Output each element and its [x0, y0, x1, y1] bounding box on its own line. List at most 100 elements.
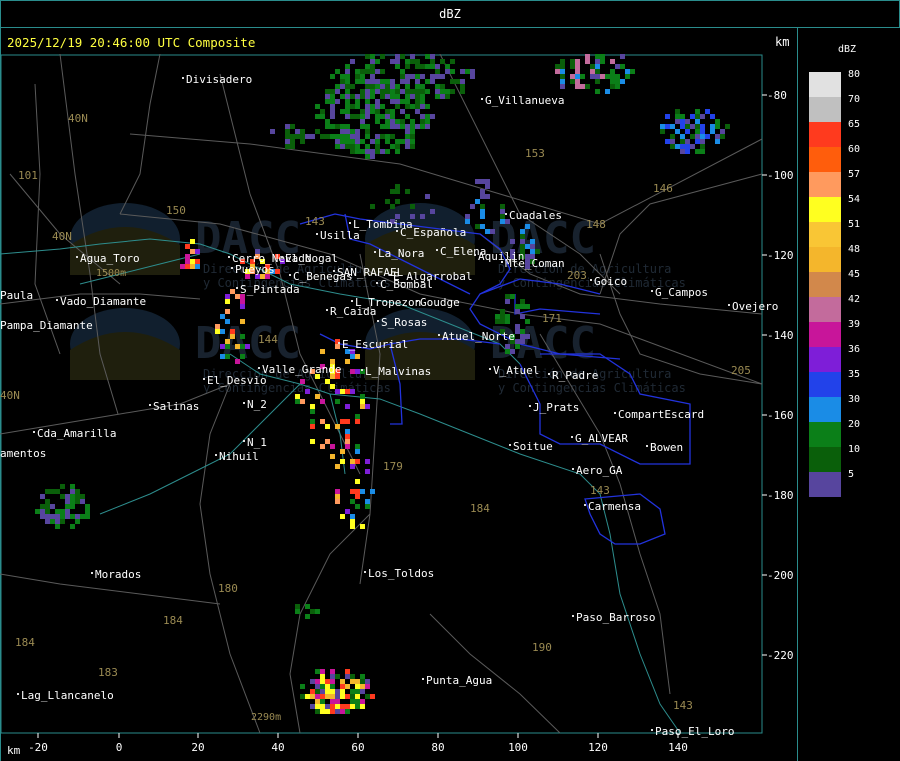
- y-tick-label: -120: [767, 249, 794, 262]
- echo-cell: [480, 209, 485, 214]
- place-nihuil: Nihuil: [219, 450, 259, 463]
- echo-cell: [470, 204, 475, 209]
- place-cda-amarilla: Cda_Amarilla: [37, 427, 116, 440]
- echo-cell: [330, 124, 335, 129]
- echo-cell: [630, 69, 635, 74]
- echo-cell: [500, 314, 505, 319]
- echo-cell: [355, 694, 360, 699]
- route-number: 148: [586, 218, 606, 231]
- echo-cell: [370, 79, 375, 84]
- echo-cell: [335, 674, 340, 679]
- echo-cell: [345, 694, 350, 699]
- echo-cell: [60, 514, 65, 519]
- echo-cell: [400, 74, 405, 79]
- echo-cell: [700, 144, 705, 149]
- echo-cell: [345, 139, 350, 144]
- radar-map[interactable]: DACCDirección de Agriculturay Contingenc…: [0, 54, 797, 761]
- echo-cell: [345, 79, 350, 84]
- echo-cell: [315, 694, 320, 699]
- echo-cell: [360, 79, 365, 84]
- echo-cell: [695, 139, 700, 144]
- echo-cell: [340, 94, 345, 99]
- echo-cell: [365, 679, 370, 684]
- echo-cell: [710, 124, 715, 129]
- echo-cell: [325, 704, 330, 709]
- echo-cell: [305, 604, 310, 609]
- echo-cell: [330, 699, 335, 704]
- echo-cell: [560, 84, 565, 89]
- echo-cell: [350, 699, 355, 704]
- echo-cell: [455, 79, 460, 84]
- echo-cell: [515, 309, 520, 314]
- echo-cell: [355, 479, 360, 484]
- echo-cell: [680, 124, 685, 129]
- echo-cell: [70, 489, 75, 494]
- echo-cell: [460, 69, 465, 74]
- echo-cell: [360, 679, 365, 684]
- echo-cell: [525, 319, 530, 324]
- echo-cell: [710, 114, 715, 119]
- echo-cell: [405, 139, 410, 144]
- window-title: dBZ: [439, 7, 461, 21]
- echo-cell: [420, 84, 425, 89]
- echo-cell: [345, 64, 350, 69]
- place-goudge: Goudge: [420, 296, 460, 309]
- echo-cell: [370, 694, 375, 699]
- echo-cell: [695, 119, 700, 124]
- echo-cell: [535, 249, 540, 254]
- place-n-2: N_2: [247, 398, 267, 411]
- echo-cell: [380, 94, 385, 99]
- echo-cell: [595, 79, 600, 84]
- echo-cell: [685, 144, 690, 149]
- echo-cell: [345, 429, 350, 434]
- echo-cell: [505, 319, 510, 324]
- echo-cell: [520, 334, 525, 339]
- echo-cell: [395, 89, 400, 94]
- echo-cell: [670, 144, 675, 149]
- echo-cell: [700, 124, 705, 129]
- echo-cell: [355, 74, 360, 79]
- echo-cell: [700, 134, 705, 139]
- echo-cell: [445, 69, 450, 74]
- legend-value: 80: [848, 69, 861, 80]
- echo-cell: [610, 79, 615, 84]
- echo-cell: [330, 74, 335, 79]
- place-pueyos: Pueyos: [235, 263, 275, 276]
- km-unit-label-top: km: [775, 35, 790, 49]
- echo-cell: [380, 134, 385, 139]
- echo-cell: [345, 84, 350, 89]
- echo-cell: [335, 84, 340, 89]
- echo-cell: [355, 679, 360, 684]
- echo-cell: [370, 489, 375, 494]
- echo-cell: [335, 89, 340, 94]
- echo-cell: [615, 74, 620, 79]
- echo-cell: [40, 514, 45, 519]
- echo-cell: [345, 434, 350, 439]
- echo-cell: [240, 319, 245, 324]
- echo-cell: [385, 109, 390, 114]
- echo-cell: [500, 319, 505, 324]
- echo-cell: [360, 114, 365, 119]
- echo-cell: [340, 449, 345, 454]
- place-compartescard: CompartEscard: [618, 408, 704, 421]
- echo-cell: [345, 704, 350, 709]
- echo-cell: [560, 74, 565, 79]
- echo-cell: [660, 124, 665, 129]
- place-s-rosas: S_Rosas: [381, 316, 427, 329]
- echo-cell: [340, 139, 345, 144]
- echo-cell: [365, 109, 370, 114]
- echo-cell: [85, 514, 90, 519]
- echo-cell: [430, 74, 435, 79]
- echo-cell: [360, 89, 365, 94]
- echo-cell: [335, 389, 340, 394]
- legend-value: 39: [848, 319, 861, 330]
- echo-cell: [410, 104, 415, 109]
- echo-cell: [335, 489, 340, 494]
- echo-cell: [345, 89, 350, 94]
- echo-cell: [595, 69, 600, 74]
- echo-cell: [380, 54, 385, 59]
- echo-cell: [340, 694, 345, 699]
- echo-cell: [690, 144, 695, 149]
- echo-cell: [725, 124, 730, 129]
- echo-cell: [370, 149, 375, 154]
